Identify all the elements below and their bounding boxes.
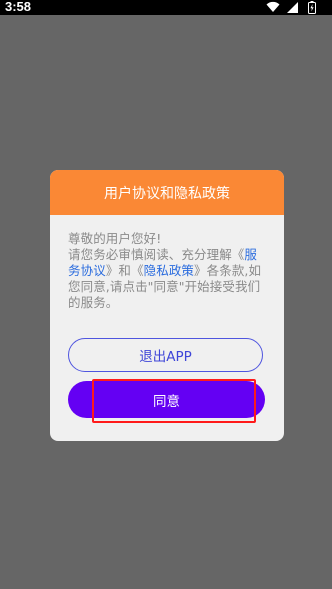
status-bar: 3:58 — [0, 0, 332, 15]
dialog-message: 尊敬的用户您好! 请您务必审慎阅读、充分理解《服务协议》和《隐私政策》各条款,如… — [68, 231, 266, 311]
greeting-text: 尊敬的用户您好! — [68, 231, 162, 246]
message-text-middle: 》和《 — [105, 263, 144, 278]
exit-app-button-label: 退出APP — [139, 349, 192, 365]
wifi-icon — [266, 1, 280, 13]
cellular-signal-icon — [286, 2, 298, 13]
message-text-start: 请您务必审慎阅读、充分理解《 — [68, 247, 245, 262]
status-icons — [266, 1, 316, 14]
status-time: 3:58 — [5, 0, 32, 14]
highlight-annotation-box — [92, 379, 256, 423]
privacy-policy-link[interactable]: 隐私政策 — [144, 263, 194, 278]
exit-app-button[interactable]: 退出APP — [68, 338, 263, 372]
dialog-title: 用户协议和隐私政策 — [104, 185, 230, 202]
battery-icon — [308, 1, 316, 14]
dialog-header: 用户协议和隐私政策 — [50, 170, 284, 215]
